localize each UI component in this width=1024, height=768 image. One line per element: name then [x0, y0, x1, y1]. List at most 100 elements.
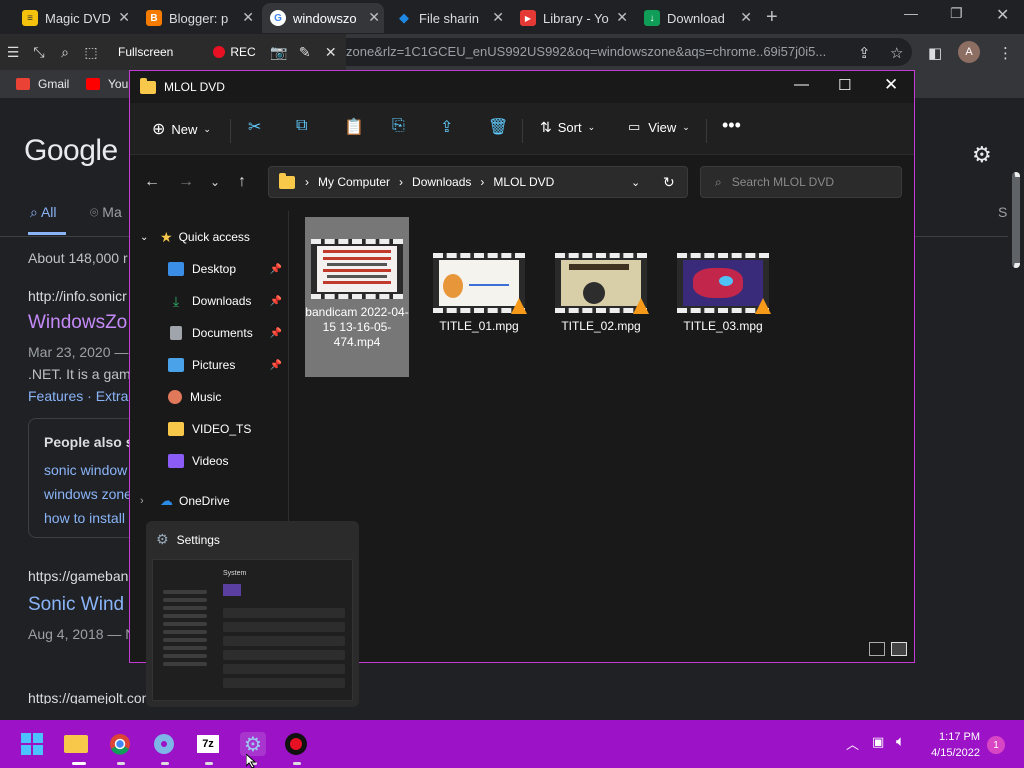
tab-maps[interactable]: ⌾ Ma: [90, 204, 122, 221]
system-clock[interactable]: 1:17 PM 4/15/2022: [924, 729, 980, 761]
address-breadcrumb[interactable]: › My Computer › Downloads › MLOL DVD ⌄ ↻: [268, 166, 688, 198]
vertical-scrollbar[interactable]: [1008, 98, 1024, 704]
pencil-icon[interactable]: ✎: [292, 44, 318, 61]
url-text[interactable]: zone&rlz=1C1GCEU_enUS992US992&oq=windows…: [346, 44, 826, 59]
explorer-title-bar[interactable]: MLOL DVD — ☐ ✕: [130, 71, 914, 103]
close-recorder-icon[interactable]: ✕: [318, 44, 344, 61]
related-search-link[interactable]: how to install: [44, 510, 125, 526]
up-arrow-icon[interactable]: ↑: [238, 173, 246, 191]
breadcrumb-downloads[interactable]: Downloads: [412, 175, 471, 189]
search-input[interactable]: ⌕ Search MLOL DVD: [700, 166, 902, 198]
close-tab-icon[interactable]: ✕: [492, 9, 504, 26]
copy-icon[interactable]: ⧉: [296, 117, 307, 135]
sort-button[interactable]: ⇅ Sort ⌄: [540, 119, 595, 136]
rec-button[interactable]: REC: [213, 45, 256, 59]
7zip-taskbar-button[interactable]: 7z: [196, 732, 220, 756]
result-url[interactable]: https://gameban: [28, 568, 128, 584]
tab-windowszone[interactable]: G windowszo ✕: [262, 3, 384, 33]
more-options-icon[interactable]: •••: [722, 115, 741, 136]
cut-icon[interactable]: ✂: [248, 117, 261, 137]
back-arrow-icon[interactable]: ←: [144, 173, 160, 191]
new-button[interactable]: ⊕ New ⌄: [152, 119, 211, 139]
network-icon[interactable]: ▣: [872, 734, 884, 750]
close-tab-icon[interactable]: ✕: [616, 9, 628, 26]
close-window-icon[interactable]: ✕: [884, 75, 898, 95]
dvd-app-taskbar-button[interactable]: [152, 732, 176, 756]
paste-icon[interactable]: 📋: [344, 117, 364, 137]
nav-videos[interactable]: Videos: [130, 447, 288, 475]
settings-taskbar-button[interactable]: ⚙: [240, 732, 266, 756]
related-search-link[interactable]: windows zone: [44, 486, 132, 502]
tab-all[interactable]: ⌕ All: [30, 204, 57, 221]
google-logo[interactable]: Google: [24, 134, 118, 168]
breadcrumb-my-computer[interactable]: My Computer: [318, 175, 390, 189]
restore-icon[interactable]: ❐: [950, 5, 963, 22]
pane-splitter[interactable]: [288, 211, 289, 521]
minimize-icon[interactable]: —: [904, 5, 918, 21]
bookmark-star-icon[interactable]: ☆: [890, 44, 903, 62]
nav-desktop[interactable]: Desktop 📌: [130, 255, 288, 283]
nav-music[interactable]: Music: [130, 383, 288, 411]
result-url[interactable]: http://info.sonicr: [28, 288, 127, 304]
details-view-button[interactable]: [869, 642, 885, 656]
breadcrumb-mlol-dvd[interactable]: MLOL DVD: [493, 175, 554, 189]
result-title-link[interactable]: Sonic Wind: [28, 594, 124, 616]
rename-icon[interactable]: ⎘: [392, 117, 405, 135]
maximize-icon[interactable]: ☐: [838, 76, 851, 94]
file-item[interactable]: TITLE_01.mpg: [427, 217, 531, 334]
side-panel-icon[interactable]: ◧: [928, 44, 942, 62]
file-item[interactable]: TITLE_02.mpg: [549, 217, 653, 334]
large-icons-view-button[interactable]: [891, 642, 907, 656]
result-sublinks[interactable]: Features · Extra: [28, 388, 128, 404]
capture-area-icon[interactable]: ⬚: [78, 44, 104, 61]
tab-youtube-library[interactable]: ▶ Library - Yo ✕: [512, 3, 632, 33]
settings-gear-icon[interactable]: ⚙: [972, 142, 992, 168]
recent-locations-chevron-icon[interactable]: ⌄: [210, 175, 220, 189]
file-item[interactable]: bandicam 2022-04-15 13-16-05-474.mp4: [305, 217, 409, 377]
start-button[interactable]: [20, 732, 44, 756]
nav-downloads[interactable]: ⤓ Downloads 📌: [130, 287, 288, 315]
notification-badge[interactable]: 1: [987, 736, 1005, 754]
close-tab-icon[interactable]: ✕: [740, 9, 752, 26]
close-tab-icon[interactable]: ✕: [118, 9, 130, 26]
nav-documents[interactable]: Documents 📌: [130, 319, 288, 347]
nav-pictures[interactable]: Pictures 📌: [130, 351, 288, 379]
scroll-thumb[interactable]: [1012, 172, 1020, 268]
fullscreen-label[interactable]: Fullscreen: [118, 45, 173, 59]
tab-blogger[interactable]: B Blogger: p ✕: [138, 3, 258, 33]
result-url[interactable]: https://gamejolt.com: [28, 690, 153, 704]
nav-video-ts[interactable]: VIDEO_TS: [130, 415, 288, 443]
minimize-icon[interactable]: —: [794, 76, 809, 93]
settings-window-preview[interactable]: ⚙ Settings System: [146, 521, 359, 707]
close-tab-icon[interactable]: ✕: [368, 9, 380, 26]
file-item[interactable]: TITLE_03.mpg: [671, 217, 775, 334]
chrome-taskbar-button[interactable]: [108, 732, 132, 756]
close-tab-icon[interactable]: ✕: [242, 9, 254, 26]
profile-avatar[interactable]: A: [958, 41, 980, 63]
delete-icon[interactable]: 🗑: [488, 117, 508, 137]
refresh-icon[interactable]: ↻: [663, 174, 675, 191]
nav-quick-access[interactable]: ⌄ ★ Quick access: [130, 223, 288, 251]
chrome-menu-icon[interactable]: ⋮: [998, 44, 1013, 62]
tab-file-sharing[interactable]: ◆ File sharin ✕: [388, 3, 508, 33]
bookmark-youtube[interactable]: You: [86, 77, 128, 91]
share-icon[interactable]: ⇪: [858, 44, 871, 62]
address-dropdown-chevron-icon[interactable]: ⌄: [631, 176, 640, 189]
view-button[interactable]: ▭ View ⌄: [628, 119, 690, 135]
share-icon[interactable]: ⇪: [440, 117, 453, 137]
tab-more[interactable]: S: [998, 204, 1007, 220]
forward-arrow-icon[interactable]: →: [178, 173, 194, 191]
result-title-link[interactable]: WindowsZo: [28, 312, 127, 334]
close-window-icon[interactable]: ✕: [996, 5, 1009, 25]
new-tab-button[interactable]: +: [766, 6, 778, 29]
camera-icon[interactable]: 📷: [266, 44, 292, 61]
shrink-icon[interactable]: ⤡: [26, 44, 52, 61]
volume-icon[interactable]: 🔈︎: [896, 733, 905, 750]
region-search-icon[interactable]: ⌕: [52, 44, 78, 61]
bookmark-gmail[interactable]: Gmail: [16, 77, 69, 91]
file-explorer-taskbar-button[interactable]: [64, 732, 88, 756]
nav-onedrive[interactable]: › ☁ OneDrive: [130, 487, 288, 515]
tab-download[interactable]: ↓ Download ✕: [636, 3, 756, 33]
related-search-link[interactable]: sonic window: [44, 462, 127, 478]
menu-icon[interactable]: ☰: [0, 44, 26, 61]
